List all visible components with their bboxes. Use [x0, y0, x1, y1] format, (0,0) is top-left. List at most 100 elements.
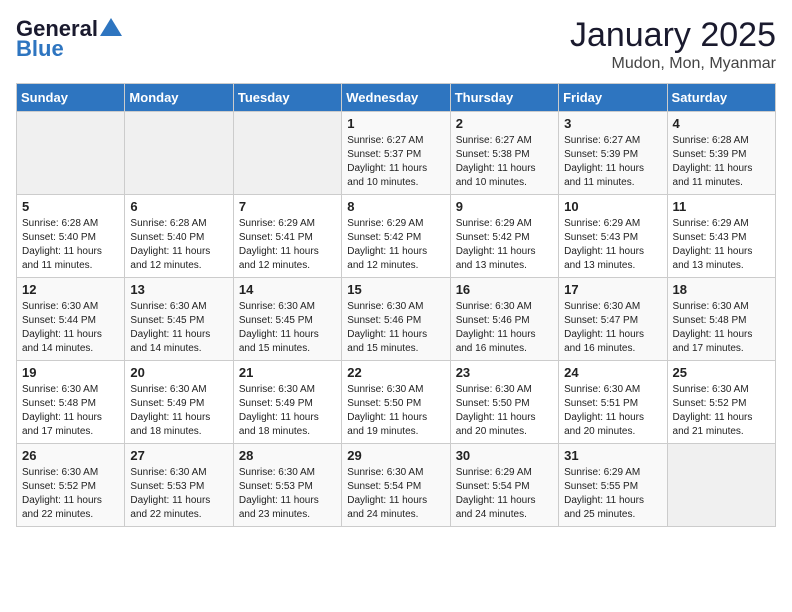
calendar-cell: 29 Sunrise: 6:30 AMSunset: 5:54 PMDayligh… [342, 444, 450, 527]
calendar-cell [125, 112, 233, 195]
day-number: 23 [456, 365, 553, 380]
day-number: 13 [130, 282, 227, 297]
calendar-header: SundayMondayTuesdayWednesdayThursdayFrid… [17, 84, 776, 112]
calendar-cell: 9Sunrise: 6:29 AMSunset: 5:42 PMDaylight… [450, 195, 558, 278]
day-number: 20 [130, 365, 227, 380]
calendar-cell: 25 Sunrise: 6:30 AMSunset: 5:52 PMDayligh… [667, 361, 775, 444]
title-block: January 2025 Mudon, Mon, Myanmar [570, 16, 776, 73]
logo-icon [100, 18, 122, 36]
calendar-cell: 15 Sunrise: 6:30 AMSunset: 5:46 PMDayligh… [342, 278, 450, 361]
day-number: 11 [673, 199, 770, 214]
day-info: Sunrise: 6:30 AMSunset: 5:52 PMDaylight:… [673, 383, 770, 439]
calendar-week-2: 5 Sunrise: 6:28 AMSunset: 5:40 PMDaylight… [17, 195, 776, 278]
calendar-cell: 16 Sunrise: 6:30 AMSunset: 5:46 PMDayligh… [450, 278, 558, 361]
day-info: Sunrise: 6:30 AMSunset: 5:49 PMDaylight:… [239, 383, 336, 439]
day-info: Sunrise: 6:29 AMSunset: 5:42 PMDaylight:… [347, 217, 444, 273]
calendar-cell: 30 Sunrise: 6:29 AMSunset: 5:54 PMDayligh… [450, 444, 558, 527]
day-number: 29 [347, 448, 444, 463]
day-number: 22 [347, 365, 444, 380]
day-info: Sunrise: 6:29 AMSunset: 5:42 PMDaylight:… [456, 217, 553, 273]
day-info: Sunrise: 6:30 AMSunset: 5:51 PMDaylight:… [564, 383, 661, 439]
day-info: Sunrise: 6:29 AMSunset: 5:54 PMDaylight:… [456, 466, 553, 522]
day-number: 8 [347, 199, 444, 214]
day-info: Sunrise: 6:30 AMSunset: 5:45 PMDaylight:… [239, 300, 336, 356]
calendar-cell: 24Sunrise: 6:30 AMSunset: 5:51 PMDayligh… [559, 361, 667, 444]
day-number: 25 [673, 365, 770, 380]
day-info: Sunrise: 6:30 AMSunset: 5:54 PMDaylight:… [347, 466, 444, 522]
day-info: Sunrise: 6:27 AMSunset: 5:37 PMDaylight:… [347, 134, 444, 190]
calendar-cell: 22 Sunrise: 6:30 AMSunset: 5:50 PMDayligh… [342, 361, 450, 444]
day-number: 19 [22, 365, 119, 380]
day-info: Sunrise: 6:30 AMSunset: 5:44 PMDaylight:… [22, 300, 119, 356]
calendar-cell: 28 Sunrise: 6:30 AMSunset: 5:53 PMDayligh… [233, 444, 341, 527]
calendar-cell: 1 Sunrise: 6:27 AMSunset: 5:37 PMDaylight… [342, 112, 450, 195]
weekday-header-wednesday: Wednesday [342, 84, 450, 112]
day-info: Sunrise: 6:30 AMSunset: 5:53 PMDaylight:… [239, 466, 336, 522]
day-number: 1 [347, 116, 444, 131]
day-info: Sunrise: 6:30 AMSunset: 5:50 PMDaylight:… [456, 383, 553, 439]
day-info: Sunrise: 6:29 AMSunset: 5:55 PMDaylight:… [564, 466, 661, 522]
day-number: 15 [347, 282, 444, 297]
day-number: 18 [673, 282, 770, 297]
day-info: Sunrise: 6:30 AMSunset: 5:49 PMDaylight:… [130, 383, 227, 439]
calendar-cell: 31 Sunrise: 6:29 AMSunset: 5:55 PMDayligh… [559, 444, 667, 527]
logo-blue: Blue [16, 36, 64, 62]
calendar-title: January 2025 [570, 16, 776, 55]
calendar-cell: 23 Sunrise: 6:30 AMSunset: 5:50 PMDayligh… [450, 361, 558, 444]
day-number: 28 [239, 448, 336, 463]
logo: General Blue [16, 16, 122, 62]
calendar-cell: 18 Sunrise: 6:30 AMSunset: 5:48 PMDayligh… [667, 278, 775, 361]
day-number: 3 [564, 116, 661, 131]
calendar-week-5: 26Sunrise: 6:30 AMSunset: 5:52 PMDayligh… [17, 444, 776, 527]
calendar-cell: 19 Sunrise: 6:30 AMSunset: 5:48 PMDayligh… [17, 361, 125, 444]
weekday-header-sunday: Sunday [17, 84, 125, 112]
day-info: Sunrise: 6:30 AMSunset: 5:48 PMDaylight:… [22, 383, 119, 439]
calendar-cell [667, 444, 775, 527]
calendar-cell: 21Sunrise: 6:30 AMSunset: 5:49 PMDayligh… [233, 361, 341, 444]
calendar-week-3: 12 Sunrise: 6:30 AMSunset: 5:44 PMDayligh… [17, 278, 776, 361]
calendar-table: SundayMondayTuesdayWednesdayThursdayFrid… [16, 83, 776, 527]
day-info: Sunrise: 6:27 AMSunset: 5:39 PMDaylight:… [564, 134, 661, 190]
calendar-cell [17, 112, 125, 195]
calendar-subtitle: Mudon, Mon, Myanmar [570, 55, 776, 73]
day-info: Sunrise: 6:30 AMSunset: 5:48 PMDaylight:… [673, 300, 770, 356]
calendar-week-1: 1 Sunrise: 6:27 AMSunset: 5:37 PMDaylight… [17, 112, 776, 195]
day-number: 2 [456, 116, 553, 131]
calendar-cell: 8 Sunrise: 6:29 AMSunset: 5:42 PMDaylight… [342, 195, 450, 278]
day-info: Sunrise: 6:27 AMSunset: 5:38 PMDaylight:… [456, 134, 553, 190]
calendar-cell: 2 Sunrise: 6:27 AMSunset: 5:38 PMDaylight… [450, 112, 558, 195]
day-info: Sunrise: 6:30 AMSunset: 5:45 PMDaylight:… [130, 300, 227, 356]
day-info: Sunrise: 6:30 AMSunset: 5:53 PMDaylight:… [130, 466, 227, 522]
weekday-header-saturday: Saturday [667, 84, 775, 112]
calendar-body: 1 Sunrise: 6:27 AMSunset: 5:37 PMDaylight… [17, 112, 776, 527]
calendar-cell: 17 Sunrise: 6:30 AMSunset: 5:47 PMDayligh… [559, 278, 667, 361]
day-number: 10 [564, 199, 661, 214]
calendar-cell: 12 Sunrise: 6:30 AMSunset: 5:44 PMDayligh… [17, 278, 125, 361]
day-info: Sunrise: 6:30 AMSunset: 5:47 PMDaylight:… [564, 300, 661, 356]
day-info: Sunrise: 6:30 AMSunset: 5:46 PMDaylight:… [456, 300, 553, 356]
calendar-cell: 13 Sunrise: 6:30 AMSunset: 5:45 PMDayligh… [125, 278, 233, 361]
day-number: 6 [130, 199, 227, 214]
calendar-cell: 3 Sunrise: 6:27 AMSunset: 5:39 PMDaylight… [559, 112, 667, 195]
calendar-cell: 26Sunrise: 6:30 AMSunset: 5:52 PMDayligh… [17, 444, 125, 527]
day-number: 7 [239, 199, 336, 214]
calendar-cell: 7Sunrise: 6:29 AMSunset: 5:41 PMDaylight… [233, 195, 341, 278]
day-number: 30 [456, 448, 553, 463]
day-number: 27 [130, 448, 227, 463]
day-number: 31 [564, 448, 661, 463]
calendar-cell: 14 Sunrise: 6:30 AMSunset: 5:45 PMDayligh… [233, 278, 341, 361]
calendar-cell: 6Sunrise: 6:28 AMSunset: 5:40 PMDaylight… [125, 195, 233, 278]
day-info: Sunrise: 6:28 AMSunset: 5:39 PMDaylight:… [673, 134, 770, 190]
day-info: Sunrise: 6:29 AMSunset: 5:43 PMDaylight:… [673, 217, 770, 273]
weekday-header-friday: Friday [559, 84, 667, 112]
day-info: Sunrise: 6:30 AMSunset: 5:50 PMDaylight:… [347, 383, 444, 439]
day-info: Sunrise: 6:28 AMSunset: 5:40 PMDaylight:… [22, 217, 119, 273]
day-number: 5 [22, 199, 119, 214]
day-number: 17 [564, 282, 661, 297]
weekday-header-monday: Monday [125, 84, 233, 112]
weekday-header-thursday: Thursday [450, 84, 558, 112]
day-number: 12 [22, 282, 119, 297]
day-number: 14 [239, 282, 336, 297]
day-info: Sunrise: 6:30 AMSunset: 5:46 PMDaylight:… [347, 300, 444, 356]
day-number: 16 [456, 282, 553, 297]
